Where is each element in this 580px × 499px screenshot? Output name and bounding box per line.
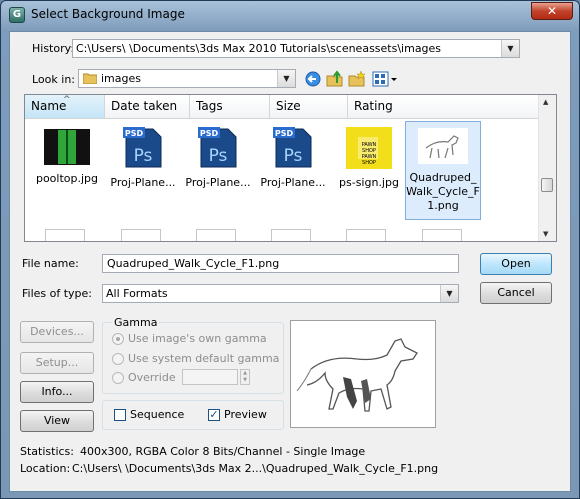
scroll-thumb[interactable] — [541, 178, 553, 192]
sketch-thumbnail[interactable] — [271, 229, 311, 241]
cancel-button[interactable]: Cancel — [480, 282, 552, 304]
app-icon: G — [9, 7, 25, 23]
files-of-type-label: Files of type: — [22, 287, 93, 300]
gamma-own-label: Use image's own gamma — [128, 332, 267, 345]
file-name-label: Proj-Plane... — [110, 176, 176, 189]
gamma-override-label: Override — [128, 371, 176, 384]
image-thumbnail: PAWN SHOP PAWN SHOP — [346, 127, 392, 169]
column-header-rating[interactable]: Rating — [348, 95, 541, 119]
file-name-label: Proj-Plane... — [260, 176, 326, 189]
setup-button[interactable]: Setup... — [20, 352, 94, 374]
preview-label: Preview — [224, 408, 267, 421]
file-item[interactable]: PSD Ps Proj-Plane... — [105, 127, 181, 189]
chevron-down-icon[interactable]: ▼ — [501, 40, 519, 57]
sketch-thumbnail[interactable] — [196, 229, 236, 241]
image-thumbnail — [44, 129, 90, 165]
statistics-value: 400x300, RGBA Color 8 Bits/Channel - Sin… — [80, 445, 366, 458]
psd-file-icon: PSD Ps — [198, 127, 237, 168]
location-value: C:\Users\ \Documents\3ds Max 2...\Quadru… — [72, 462, 439, 475]
file-name-label: ps-sign.jpg — [339, 176, 399, 189]
files-of-type-value: All Formats — [106, 287, 168, 300]
svg-text:Ps: Ps — [134, 146, 153, 166]
file-item-selected[interactable]: Quadruped_ Walk_Cycle_F 1.png — [405, 121, 481, 220]
svg-text:PSD: PSD — [275, 129, 294, 138]
file-item[interactable]: pooltop.jpg — [29, 127, 105, 185]
preview-checkbox[interactable]: ✓ — [208, 409, 220, 421]
gamma-override-radio[interactable] — [112, 372, 124, 384]
sequence-label: Sequence — [130, 408, 185, 421]
svg-text:SHOP: SHOP — [362, 160, 376, 166]
scroll-down-icon[interactable]: ▼ — [543, 230, 548, 238]
file-item[interactable]: PAWN SHOP PAWN SHOP ps-sign.jpg — [331, 127, 407, 189]
info-button[interactable]: Info... — [20, 381, 94, 403]
svg-text:PSD: PSD — [125, 129, 144, 138]
psd-file-icon: PSD Ps — [123, 127, 162, 168]
history-label: History: — [32, 42, 75, 55]
devices-button[interactable]: Devices... — [20, 321, 94, 343]
column-header-size[interactable]: Size — [270, 95, 348, 119]
location-label: Location: — [20, 462, 71, 475]
wolf-sketch-preview — [291, 321, 435, 427]
file-name-field-label: File name: — [22, 257, 79, 270]
file-list[interactable]: Name ^ Date taken Tags Size Rating poolt… — [24, 94, 557, 242]
back-icon[interactable] — [304, 70, 322, 88]
chevron-down-icon[interactable]: ▼ — [440, 285, 458, 302]
file-name-input[interactable]: Quadruped_Walk_Cycle_F1.png — [102, 254, 459, 273]
sketch-thumbnail[interactable] — [422, 229, 462, 241]
svg-text:Ps: Ps — [209, 146, 228, 166]
look-in-dropdown[interactable]: images ▼ — [78, 69, 296, 88]
gamma-own-radio[interactable] — [112, 333, 124, 345]
file-name-label: pooltop.jpg — [35, 172, 99, 185]
file-name-label: Quadruped_ Walk_Cycle_F 1.png — [406, 171, 480, 212]
close-button[interactable]: ✕ — [531, 2, 573, 20]
psd-file-icon: PSD Ps — [273, 127, 312, 168]
folder-icon — [83, 73, 97, 84]
image-preview — [290, 320, 436, 428]
new-folder-icon[interactable] — [348, 70, 366, 88]
scroll-up-icon[interactable]: ▲ — [543, 98, 548, 106]
history-dropdown[interactable]: C:\Users\ \Documents\3ds Max 2010 Tutori… — [72, 39, 520, 58]
svg-text:Ps: Ps — [284, 146, 303, 166]
look-in-value: images — [101, 72, 141, 85]
files-of-type-dropdown[interactable]: All Formats ▼ — [102, 284, 459, 303]
sketch-thumbnail — [418, 128, 468, 164]
vertical-scrollbar[interactable]: ▲ ▼ — [538, 95, 556, 241]
sketch-thumbnail[interactable] — [346, 229, 386, 241]
look-in-label: Look in: — [32, 73, 75, 86]
file-item[interactable]: PSD Ps Proj-Plane... — [180, 127, 256, 189]
gamma-group-title: Gamma — [112, 316, 160, 329]
column-header-tags[interactable]: Tags — [190, 95, 270, 119]
dialog-window: G Select Background Image ✕ History: C:\… — [0, 0, 580, 499]
file-item[interactable]: PSD Ps Proj-Plane... — [255, 127, 331, 189]
view-menu-icon[interactable] — [372, 70, 398, 88]
column-header-date-taken[interactable]: Date taken — [105, 95, 190, 119]
file-name-label: Proj-Plane... — [185, 176, 251, 189]
up-folder-icon[interactable] — [326, 70, 344, 88]
sort-ascending-icon: ^ — [63, 95, 71, 105]
window-title: Select Background Image — [31, 7, 185, 21]
gamma-system-radio[interactable] — [112, 353, 124, 365]
column-header-name[interactable]: Name ^ — [25, 95, 105, 119]
chevron-down-icon[interactable]: ▼ — [277, 70, 295, 87]
svg-text:PSD: PSD — [200, 129, 219, 138]
sequence-checkbox[interactable] — [114, 409, 126, 421]
gamma-override-input[interactable] — [182, 369, 238, 385]
gamma-spinner[interactable]: ▲ ▼ — [240, 369, 250, 385]
open-button[interactable]: Open — [480, 253, 552, 275]
statistics-label: Statistics: — [20, 445, 74, 458]
gamma-system-label: Use system default gamma — [128, 352, 280, 365]
history-value: C:\Users\ \Documents\3ds Max 2010 Tutori… — [76, 42, 442, 55]
dialog-body: History: C:\Users\ \Documents\3ds Max 20… — [9, 31, 571, 492]
title-bar[interactable]: G Select Background Image ✕ — [1, 1, 579, 29]
sketch-thumbnail[interactable] — [121, 229, 161, 241]
sketch-thumbnail[interactable] — [45, 229, 85, 241]
view-button[interactable]: View — [20, 410, 94, 432]
